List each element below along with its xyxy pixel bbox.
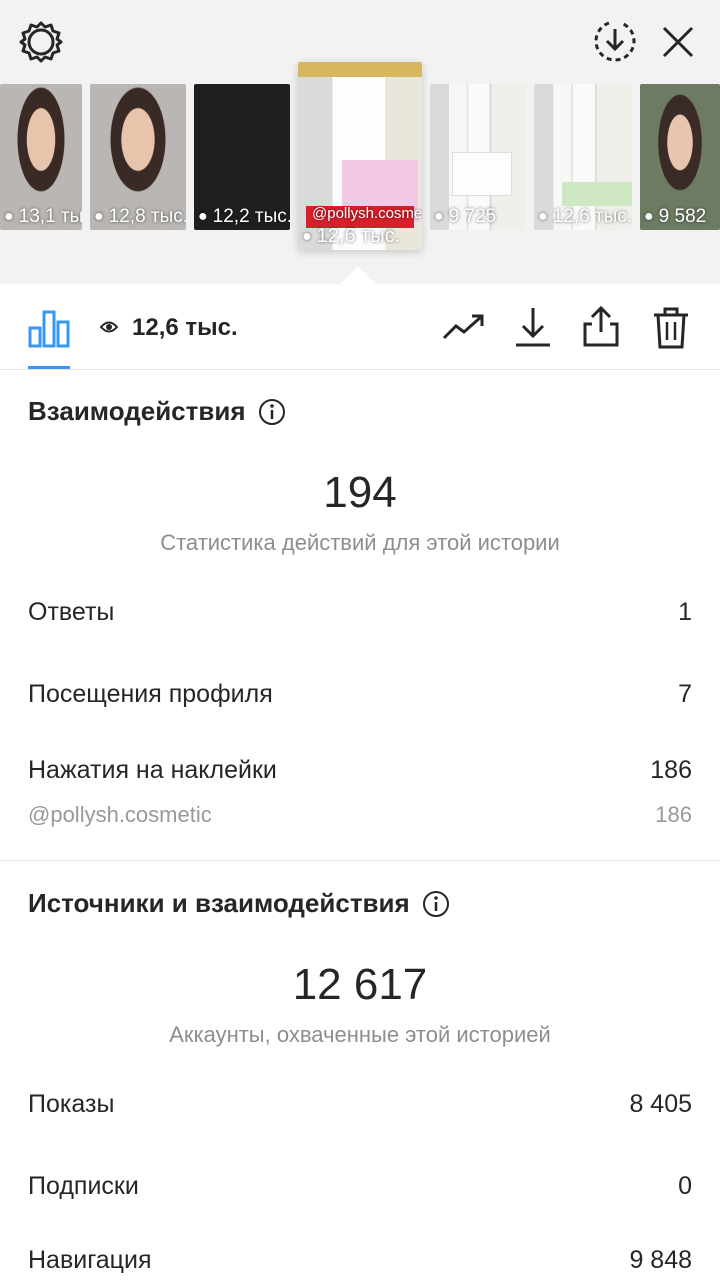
eye-icon: ● [538,208,548,225]
download-circle-icon[interactable] [592,18,638,64]
close-icon[interactable] [660,24,696,60]
story-thumbnail[interactable]: ● 12,2 тыс. [194,84,290,230]
eye-icon: ● [644,208,654,225]
story-views: ● 9 725 [434,206,496,228]
active-tab-indicator [28,366,70,369]
interactions-section-title: Взаимодействия [28,396,286,427]
story-views: ● 12,6 тыс. [538,206,632,228]
insights-toolbar: 12,6 тыс. [0,284,720,370]
metric-value: 186 [650,756,692,784]
story-caption: @pollysh.cosmetic [312,205,422,222]
gear-icon[interactable] [18,19,64,65]
eye-icon: ● [4,208,14,225]
interactions-title-text: Взаимодействия [28,396,246,426]
story-views-label: 12,6 тыс. [552,206,632,227]
metric-label: Посещения профиля [28,680,273,708]
metric-subrow: @pollysh.cosmetic 186 [28,802,692,828]
stories-header-area: ●13,1 тыс. ●12,8 тыс. ●12,2 тыс. @pollys… [0,0,720,284]
eye-icon: ● [434,208,444,225]
story-thumbnail[interactable]: ● 9 725 [430,84,526,230]
metric-row: Ответы 1 [28,598,692,627]
story-thumbnail[interactable]: ● 12,6 тыс. [534,84,632,230]
metric-label: Показы [28,1090,115,1118]
section-divider [0,860,720,861]
metric-row: Навигация 9 848 [28,1246,692,1275]
discovery-subtitle: Аккаунты, охваченные этой историей [169,1022,551,1047]
eye-icon: ● [198,208,208,225]
discovery-title-text: Источники и взаимодействия [28,888,410,918]
metric-row: Показы 8 405 [28,1090,692,1119]
info-icon[interactable] [422,890,450,918]
eye-icon [100,321,118,333]
metric-row: Нажатия на наклейки 186 [28,756,692,785]
trash-icon[interactable] [652,306,690,350]
metric-label: @pollysh.cosmetic [28,802,212,827]
metric-value: 9 848 [629,1246,692,1274]
story-views: ●13,1 тыс. [4,206,82,228]
story-views-label: 9 582 [658,206,707,227]
discovery-section-title: Источники и взаимодействия [28,888,450,919]
metric-value: 8 405 [629,1090,692,1118]
story-thumbnail-strip: ●13,1 тыс. ●12,8 тыс. ●12,2 тыс. @pollys… [0,62,720,254]
story-views-label: 12,8 тыс. [108,206,186,227]
share-icon[interactable] [582,304,620,348]
interactions-total: 194 [323,468,397,517]
story-views-label: 13,1 тыс. [18,206,82,227]
story-views: ● 9 582 [644,206,706,228]
story-views-label: 9 725 [448,206,497,227]
story-text-overlay [562,182,632,206]
metric-label: Нажатия на наклейки [28,756,277,784]
total-views: 12,6 тыс. [132,314,238,341]
story-views: ● 12,2 тыс. [198,206,290,228]
story-thumbnail[interactable]: ●13,1 тыс. [0,84,82,230]
story-views: ● 12,8 тыс. [94,206,186,228]
metric-row: Подписки 0 [28,1172,692,1201]
story-views: ● 12,6 тыс. [302,225,400,248]
story-thumbnail[interactable]: ● 9 582 [640,84,720,230]
metric-label: Подписки [28,1172,139,1200]
trending-icon[interactable] [442,312,486,342]
download-icon[interactable] [514,306,552,348]
metric-value: 0 [678,1172,692,1200]
bar-chart-icon[interactable] [28,308,70,348]
metric-row: Посещения профиля 7 [28,680,692,709]
interactions-subtitle: Статистика действий для этой истории [160,530,560,555]
story-views-label: 12,2 тыс. [212,206,290,227]
metric-value: 186 [655,802,692,827]
metric-label: Навигация [28,1246,152,1274]
discovery-total: 12 617 [292,960,428,1009]
story-thumbnail-selected[interactable]: @pollysh.cosmetic ●12,6 тыс. [298,62,422,250]
story-views-label: 12,6 тыс. [316,225,401,247]
story-thumbnail[interactable]: ● 12,8 тыс. [90,84,186,230]
story-text-overlay [452,152,512,196]
metric-value: 7 [678,680,692,708]
metric-value: 1 [678,598,692,626]
metric-label: Ответы [28,598,115,626]
eye-icon: ● [94,208,104,225]
info-icon[interactable] [258,398,286,426]
eye-icon: ● [302,227,312,245]
